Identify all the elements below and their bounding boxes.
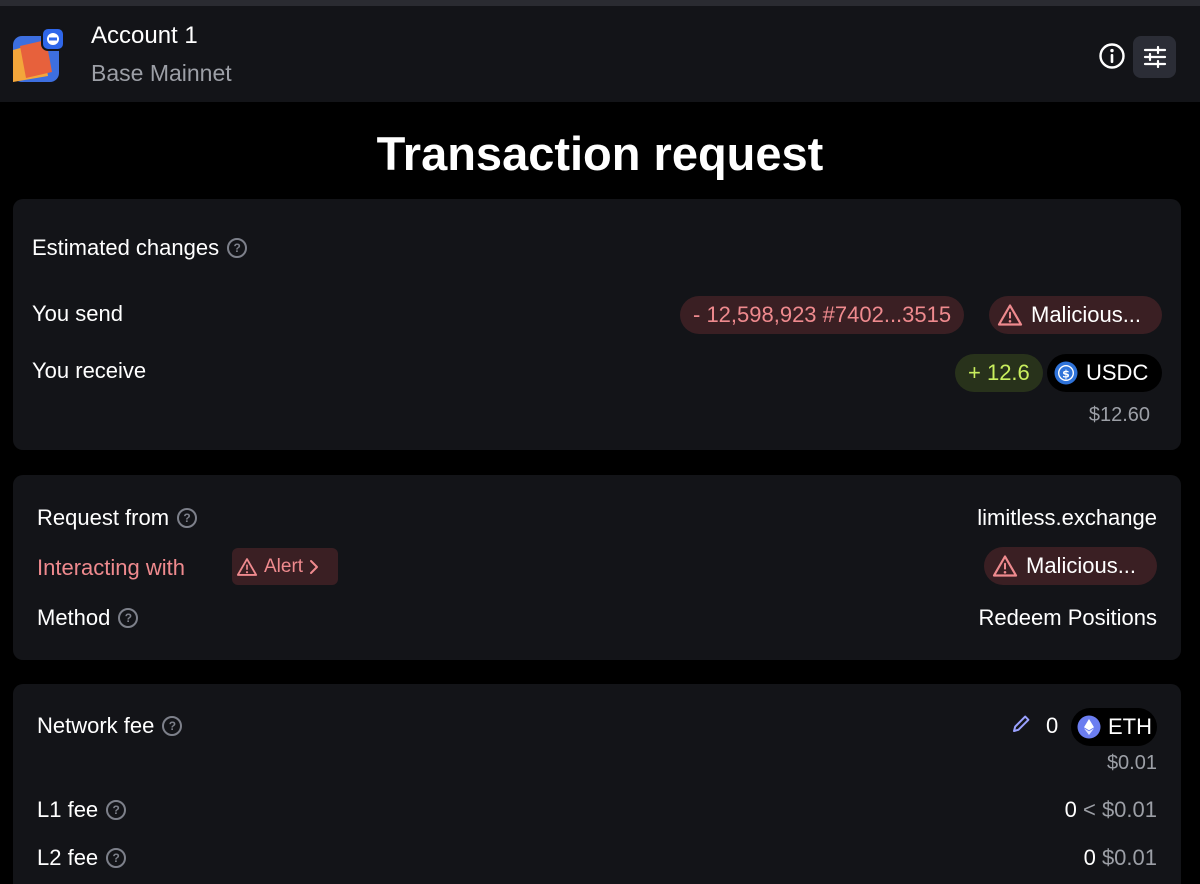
fee-token: ETH (1108, 714, 1152, 739)
send-amount: - 12,598,923 #7402...3515 (693, 302, 952, 327)
warning-triangle-icon (997, 304, 1023, 326)
alert-label: Alert (264, 555, 304, 577)
contract-status-pill[interactable]: Malicious... (984, 547, 1157, 585)
network-fee-usd: $0.01 (1106, 752, 1157, 774)
network-fee-label: Network fee (37, 713, 155, 738)
l2-fee-amount: 0 (1083, 845, 1096, 870)
network-fee-heading: Network fee ? (37, 713, 183, 739)
receive-amount-pill[interactable]: + 12.6 (955, 354, 1043, 392)
request-origin[interactable]: limitless.exchange (977, 505, 1157, 531)
receive-amount: + 12.6 (968, 360, 1030, 385)
help-icon[interactable]: ? (227, 238, 248, 258)
help-icon[interactable]: ? (177, 508, 198, 528)
l1-fee-heading: L1 fee ? (37, 797, 127, 823)
send-token-pill[interactable]: Malicious... (989, 296, 1162, 334)
receive-label: You receive (32, 358, 147, 383)
estimated-changes-heading: Estimated changes ? (32, 235, 248, 261)
receive-token: USDC (1086, 360, 1149, 385)
eth-icon (1077, 715, 1101, 739)
estimated-changes-label: Estimated changes (32, 235, 220, 260)
page-title: Transaction request (376, 127, 824, 180)
request-details-card: Request from ? limitless.exchange Intera… (13, 475, 1181, 660)
usdc-icon: $ (1054, 361, 1078, 385)
network-name[interactable]: Base Mainnet (91, 60, 232, 87)
l1-fee-usd: < $0.01 (1082, 797, 1157, 822)
warning-triangle-icon (992, 555, 1018, 577)
help-icon[interactable]: ? (118, 608, 139, 628)
account-name[interactable]: Account 1 (91, 22, 198, 50)
network-fee-amount: 0 (1046, 713, 1059, 738)
contract-status: Malicious... (1026, 553, 1137, 578)
help-icon[interactable]: ? (106, 848, 127, 868)
request-from-heading: Request from ? (37, 505, 198, 531)
wallet-logo-icon (12, 27, 65, 84)
send-token-status: Malicious... (1031, 302, 1142, 327)
edit-fee-button[interactable] (1011, 714, 1031, 739)
interacting-with-label: Interacting with (37, 555, 185, 580)
l2-fee-label: L2 fee (37, 845, 99, 870)
send-amount-pill[interactable]: - 12,598,923 #7402...3515 (680, 296, 965, 334)
l1-fee-value: 0 < $0.01 (1065, 797, 1157, 823)
l2-fee-heading: L2 fee ? (37, 845, 127, 871)
settings-button[interactable] (1133, 36, 1176, 78)
fee-token-pill[interactable]: ETH (1071, 708, 1157, 746)
l2-fee-value: 0 $0.01 (1084, 845, 1157, 871)
help-icon[interactable]: ? (162, 716, 183, 736)
send-label: You send (32, 301, 123, 326)
info-button[interactable] (1096, 40, 1128, 72)
l1-fee-label: L1 fee (37, 797, 99, 822)
chevron-right-icon (310, 559, 319, 574)
receive-usd-value: $12.60 (1088, 404, 1150, 426)
info-circle-icon (1099, 43, 1125, 69)
alert-button[interactable]: Alert (232, 548, 338, 585)
receive-token-pill[interactable]: $ USDC (1047, 354, 1162, 392)
svg-text:$: $ (1062, 368, 1070, 381)
l2-fee-usd: $0.01 (1101, 845, 1157, 870)
help-icon[interactable]: ? (106, 800, 127, 820)
method-label: Method (37, 605, 111, 630)
estimated-changes-card: Estimated changes ? You send - 12,598,92… (13, 199, 1181, 450)
fees-card: Network fee ? 0 ETH $0.01 L1 fee ? 0 < $… (13, 684, 1181, 884)
request-from-label: Request from (37, 505, 170, 530)
sliders-icon (1143, 46, 1166, 68)
method-value: Redeem Positions (978, 605, 1157, 630)
l1-fee-amount: 0 (1064, 797, 1077, 822)
pencil-icon (1013, 715, 1030, 732)
account-header: Account 1 Base Mainnet (0, 6, 1200, 102)
method-heading: Method ? (37, 605, 139, 631)
warning-triangle-icon (236, 557, 258, 576)
